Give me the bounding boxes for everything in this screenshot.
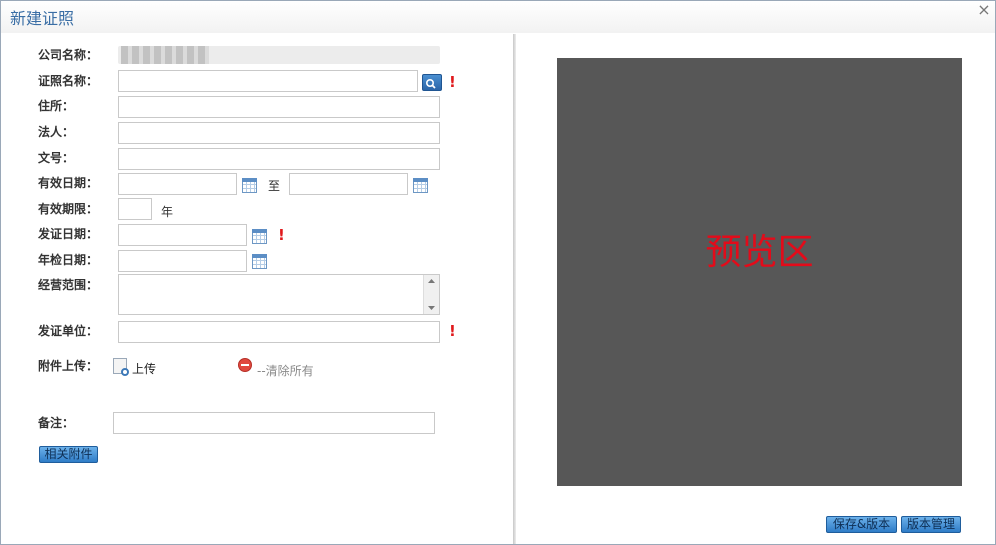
legal-person-input[interactable] bbox=[118, 122, 440, 144]
issue-date-input[interactable] bbox=[118, 224, 247, 246]
license-name-input[interactable] bbox=[118, 70, 418, 92]
company-label: 公司名称： bbox=[38, 48, 99, 62]
remarks-label: 备注： bbox=[38, 416, 75, 430]
textarea-scrollbar[interactable] bbox=[423, 275, 439, 314]
valid-to-text: 至 bbox=[268, 179, 281, 193]
save-version-button[interactable]: 保存&版本 bbox=[826, 516, 897, 533]
issuer-input[interactable] bbox=[118, 321, 440, 343]
search-icon bbox=[425, 78, 436, 89]
calendar-icon[interactable] bbox=[413, 178, 428, 193]
valid-to-input[interactable] bbox=[289, 173, 408, 195]
required-mark-icon: ! bbox=[449, 73, 456, 91]
doc-number-input[interactable] bbox=[118, 148, 440, 170]
scroll-down-icon[interactable] bbox=[424, 303, 439, 313]
license-name-label: 证照名称： bbox=[38, 74, 99, 88]
valid-period-label: 有效期限： bbox=[38, 202, 99, 216]
company-name-redacted bbox=[121, 46, 209, 64]
calendar-icon[interactable] bbox=[252, 229, 267, 244]
scroll-up-icon[interactable] bbox=[424, 276, 439, 286]
clear-all-icon[interactable] bbox=[238, 358, 252, 372]
annual-check-date-input[interactable] bbox=[118, 250, 247, 272]
upload-link[interactable]: 上传 bbox=[132, 360, 156, 377]
dialog-title: 新建证照 bbox=[10, 9, 75, 28]
preview-placeholder: 预览区 bbox=[705, 232, 814, 273]
business-scope-textarea[interactable] bbox=[118, 274, 440, 315]
attachment-label: 附件上传： bbox=[38, 359, 99, 373]
close-icon[interactable]: × bbox=[976, 2, 992, 18]
clear-all-link[interactable]: --清除所有 bbox=[257, 362, 314, 379]
business-scope-label: 经营范围： bbox=[38, 278, 99, 292]
doc-number-label: 文号： bbox=[38, 151, 75, 165]
address-input[interactable] bbox=[118, 96, 440, 118]
dialog-titlebar: 新建证照 × bbox=[1, 1, 995, 33]
search-button[interactable] bbox=[422, 74, 442, 91]
upload-icon[interactable] bbox=[113, 358, 129, 376]
year-unit-text: 年 bbox=[161, 205, 174, 219]
valid-period-input[interactable] bbox=[118, 198, 152, 220]
calendar-icon[interactable] bbox=[242, 178, 257, 193]
issue-date-label: 发证日期： bbox=[38, 227, 99, 241]
annual-check-label: 年检日期： bbox=[38, 253, 99, 267]
legal-person-label: 法人： bbox=[38, 125, 75, 139]
related-attachments-button[interactable]: 相关附件 bbox=[39, 446, 98, 463]
valid-date-label: 有效日期： bbox=[38, 176, 99, 190]
version-manage-button[interactable]: 版本管理 bbox=[901, 516, 961, 533]
preview-area: 预览区 bbox=[557, 58, 962, 486]
new-license-dialog: 新建证照 × 公司名称： 证照名称： ! 住所： 法人： 文号： 有效日期： 至… bbox=[0, 0, 996, 545]
required-mark-icon: ! bbox=[278, 226, 285, 244]
calendar-icon[interactable] bbox=[252, 254, 267, 269]
required-mark-icon: ! bbox=[449, 322, 456, 340]
remarks-input[interactable] bbox=[113, 412, 435, 434]
address-label: 住所： bbox=[38, 99, 75, 113]
issuer-label: 发证单位： bbox=[38, 324, 99, 338]
valid-from-input[interactable] bbox=[118, 173, 237, 195]
